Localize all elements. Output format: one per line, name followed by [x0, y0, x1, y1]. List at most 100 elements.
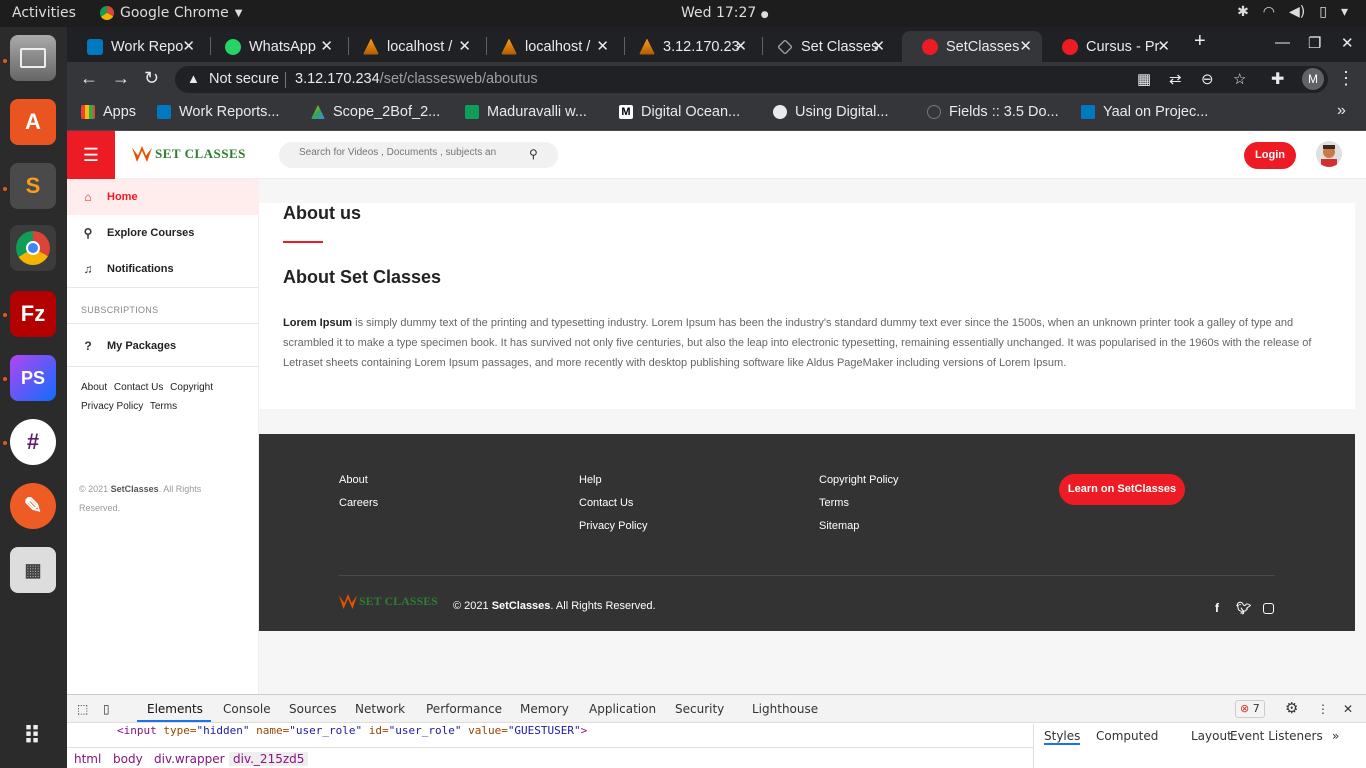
sublime-text-icon[interactable]: S [10, 163, 56, 209]
settings-gear-icon[interactable]: ⚙ [1285, 699, 1298, 717]
bookmark-apps[interactable]: Apps [81, 104, 136, 120]
breadcrumb-body[interactable]: body [113, 752, 143, 766]
footer-link-terms[interactable]: Terms [819, 497, 849, 509]
breadcrumb-html[interactable]: html [74, 752, 101, 766]
close-icon[interactable]: ✕ [458, 37, 471, 55]
tab-set-classes[interactable]: Set Classes ✕ [757, 31, 895, 62]
footer-link-copyright-policy[interactable]: Copyright Policy [819, 474, 898, 486]
power-menu-icon[interactable]: ▾ [1341, 4, 1348, 20]
bookmark-fields[interactable]: Fields :: 3.5 Do... [927, 104, 1059, 120]
breadcrumb-div-wrapper[interactable]: div.wrapper [154, 752, 225, 766]
tab-sources[interactable]: Sources [289, 702, 336, 716]
tab-memory[interactable]: Memory [520, 702, 569, 716]
close-icon[interactable]: ✕ [596, 37, 609, 55]
close-icon[interactable]: ✕ [182, 37, 195, 55]
bookmark-using-digital[interactable]: Using Digital... [773, 104, 888, 120]
software-center-icon[interactable]: A [10, 99, 56, 145]
more-menu-icon[interactable]: ⋮ [1337, 68, 1355, 89]
tab-event-listeners[interactable]: Event Listeners [1230, 729, 1323, 743]
twitter-icon[interactable]: 🐦︎ [1236, 601, 1251, 615]
tab-setclasses-active[interactable]: SetClasses ✕ [902, 31, 1042, 62]
clock[interactable]: Wed 17:27 ● [681, 5, 769, 21]
footer-link-contact[interactable]: Contact Us [579, 497, 633, 509]
footer-link-about[interactable]: About [339, 474, 368, 486]
device-toolbar-icon[interactable]: ▯ [103, 702, 110, 716]
address-bar[interactable]: ▲ Not secure 3.12.170.234/set/classesweb… [175, 66, 1328, 93]
sidebar-link-about[interactable]: About [81, 382, 107, 393]
sidebar-link-terms[interactable]: Terms [150, 401, 177, 412]
bookmark-digital-ocean[interactable]: M Digital Ocean... [619, 104, 740, 120]
maximize-button[interactable]: ❐ [1308, 34, 1321, 52]
reload-button[interactable]: ↻ [144, 68, 159, 89]
sidebar-item-home[interactable]: ⌂ Home [67, 179, 259, 215]
tab-localhost-1[interactable]: localhost / ✕ [343, 31, 481, 62]
security-label[interactable]: Not secure [209, 71, 279, 87]
tab-console[interactable]: Console [223, 702, 271, 716]
translate-icon[interactable]: ⇄ [1169, 70, 1182, 88]
bookmark-star-icon[interactable]: ☆ [1233, 70, 1246, 88]
sidebar-item-explore-courses[interactable]: ⚲ Explore Courses [67, 215, 259, 251]
tab-performance[interactable]: Performance [426, 702, 502, 716]
hamburger-menu-icon[interactable]: ☰ [67, 131, 115, 179]
sidebar-item-my-packages[interactable]: ? My Packages [67, 328, 259, 364]
close-icon[interactable]: ✕ [1157, 37, 1170, 55]
bookmark-scope[interactable]: Scope_2Bof_2... [311, 104, 440, 120]
tab-ip[interactable]: 3.12.170.23 ✕ [619, 31, 757, 62]
close-devtools-icon[interactable]: ✕ [1343, 702, 1353, 716]
phpstorm-icon[interactable]: PS [10, 355, 56, 401]
tab-application[interactable]: Application [589, 702, 656, 716]
footer-link-privacy[interactable]: Privacy Policy [579, 520, 647, 532]
tab-work-reports[interactable]: Work Repo ✕ [67, 31, 205, 62]
breadcrumb-div-active[interactable]: div._215zd5 [229, 752, 309, 766]
new-tab-button[interactable]: + [1194, 30, 1206, 53]
minimize-button[interactable]: — [1275, 34, 1290, 51]
avatar[interactable] [1316, 141, 1342, 167]
tab-whatsapp[interactable]: WhatsApp ✕ [205, 31, 343, 62]
app-menu[interactable]: Google Chrome ▼ [100, 5, 242, 21]
tab-security[interactable]: Security [675, 702, 724, 716]
sidebar-link-copyright[interactable]: Copyright [170, 382, 213, 393]
url-text[interactable]: 3.12.170.234/set/classesweb/aboutus [295, 71, 538, 87]
calculator-icon[interactable]: ▦ [10, 547, 56, 593]
tab-network[interactable]: Network [355, 702, 405, 716]
instagram-icon[interactable] [1263, 603, 1274, 614]
footer-link-sitemap[interactable]: Sitemap [819, 520, 859, 532]
search-icon[interactable]: ⚲ [529, 147, 538, 161]
dom-tree-line[interactable]: <input type="hidden" name="user_role" id… [117, 724, 587, 737]
bookmark-yaal[interactable]: Yaal on Projec... [1081, 104, 1208, 120]
tab-layout[interactable]: Layout [1191, 729, 1232, 743]
footer-link-careers[interactable]: Careers [339, 497, 378, 509]
learn-on-setclasses-button[interactable]: Learn on SetClasses [1059, 474, 1185, 505]
tab-computed[interactable]: Computed [1096, 729, 1158, 743]
extensions-icon[interactable]: ✚ [1271, 69, 1284, 89]
show-applications-icon[interactable]: ⠿ [10, 713, 56, 759]
activities-button[interactable]: Activities [12, 5, 76, 21]
inspect-element-icon[interactable]: ⬚ [77, 702, 88, 716]
tab-styles[interactable]: Styles [1044, 729, 1081, 745]
tab-cursus[interactable]: Cursus - Pr ✕ [1042, 31, 1180, 62]
bookmark-work-reports[interactable]: Work Reports... [157, 104, 279, 120]
more-tabs-icon[interactable]: » [1332, 729, 1339, 743]
tab-lighthouse[interactable]: Lighthouse [752, 702, 818, 716]
slack-tray-icon[interactable]: ✱ [1237, 4, 1249, 20]
search-input[interactable] [299, 147, 519, 158]
filezilla-icon[interactable]: Fz [10, 291, 56, 337]
sidebar-link-privacy[interactable]: Privacy Policy [81, 401, 143, 412]
site-search[interactable]: ⚲ [279, 142, 558, 168]
more-options-icon[interactable]: ⋮ [1317, 702, 1329, 716]
close-icon[interactable]: ✕ [872, 37, 885, 55]
error-count-badge[interactable]: ⊗ 7 [1235, 700, 1265, 718]
close-icon[interactable]: ✕ [320, 37, 333, 55]
footer-link-help[interactable]: Help [579, 474, 602, 486]
sidebar-item-notifications[interactable]: ♫ Notifications [67, 251, 259, 287]
system-tray[interactable]: ✱ ◠ ◀) ▯ ▾ [1237, 4, 1348, 20]
zoom-icon[interactable]: ⊖ [1201, 70, 1214, 88]
tab-localhost-2[interactable]: localhost / ✕ [481, 31, 619, 62]
login-button[interactable]: Login [1244, 142, 1296, 169]
chrome-app-icon[interactable] [10, 225, 56, 271]
back-button[interactable]: ← [80, 68, 98, 89]
bookmarks-overflow-icon[interactable]: » [1337, 102, 1346, 120]
site-logo[interactable]: SET CLASSES [132, 146, 246, 162]
tab-elements[interactable]: Elements [147, 702, 203, 716]
profile-avatar[interactable]: M [1302, 68, 1324, 90]
